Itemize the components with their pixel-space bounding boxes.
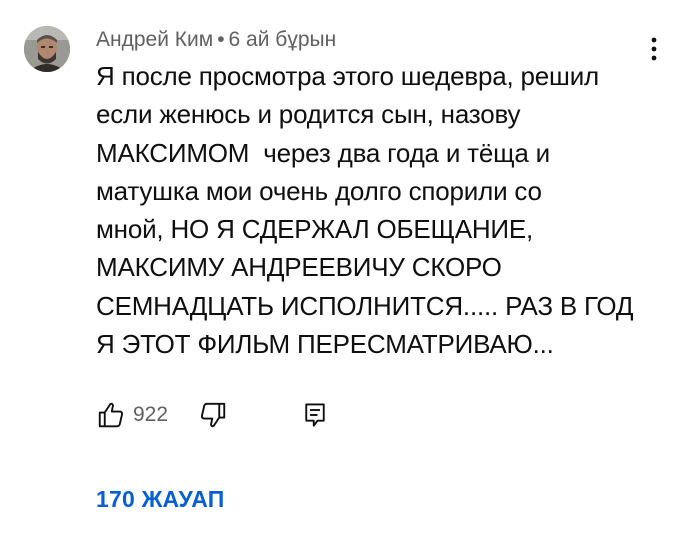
comment-text-line: Я после просмотра этого шедевра, решил	[96, 61, 600, 91]
author-name[interactable]: Андрей Ким	[96, 28, 213, 51]
comment-time[interactable]: 6 ай бұрын	[229, 28, 337, 51]
comment-text-line: если женюсь и родится сын, назову	[96, 99, 521, 130]
comment-actions: 922	[96, 398, 330, 432]
comment-text-line: МАКСИМОМ через два года и тёща и	[96, 137, 550, 168]
comment-thread: Андрей Ким • 6 ай бұрын Я после просмотра …	[0, 0, 700, 549]
user-avatar-icon	[24, 26, 70, 72]
comment-text-line: мной, НО Я СДЕРЖАЛ ОБЕЩАНИЕ,	[96, 214, 534, 245]
comment-text: Я после просмотра этого шедевра, решил е…	[96, 57, 676, 363]
like-count: 922	[133, 403, 169, 426]
comment-text-line: Я ЭТОТ ФИЛЬМ ПЕРЕСМАТРИВАЮ...	[96, 329, 554, 360]
reply-button[interactable]	[300, 400, 330, 430]
header-separator: •	[217, 28, 225, 51]
like-button[interactable]	[96, 400, 126, 430]
comment-icon	[305, 403, 325, 427]
comment-text-line: матушка мои очень долго спорили со	[96, 175, 542, 206]
thumb-up-icon	[98, 402, 124, 428]
dislike-button[interactable]	[198, 400, 228, 430]
avatar[interactable]	[24, 26, 70, 72]
comment-header: Андрей Ким • 6 ай бұрын	[96, 27, 336, 53]
view-replies-button[interactable]: 170 ЖАУАП	[96, 486, 225, 513]
comment-text-line: МАКСИМУ АНДРЕЕВИЧУ СКОРО	[96, 252, 502, 283]
thumb-down-icon	[201, 402, 226, 428]
comment-text-line: СЕМНАДЦАТЬ ИСПОЛНИТСЯ..... РАЗ В ГОД	[96, 290, 634, 321]
